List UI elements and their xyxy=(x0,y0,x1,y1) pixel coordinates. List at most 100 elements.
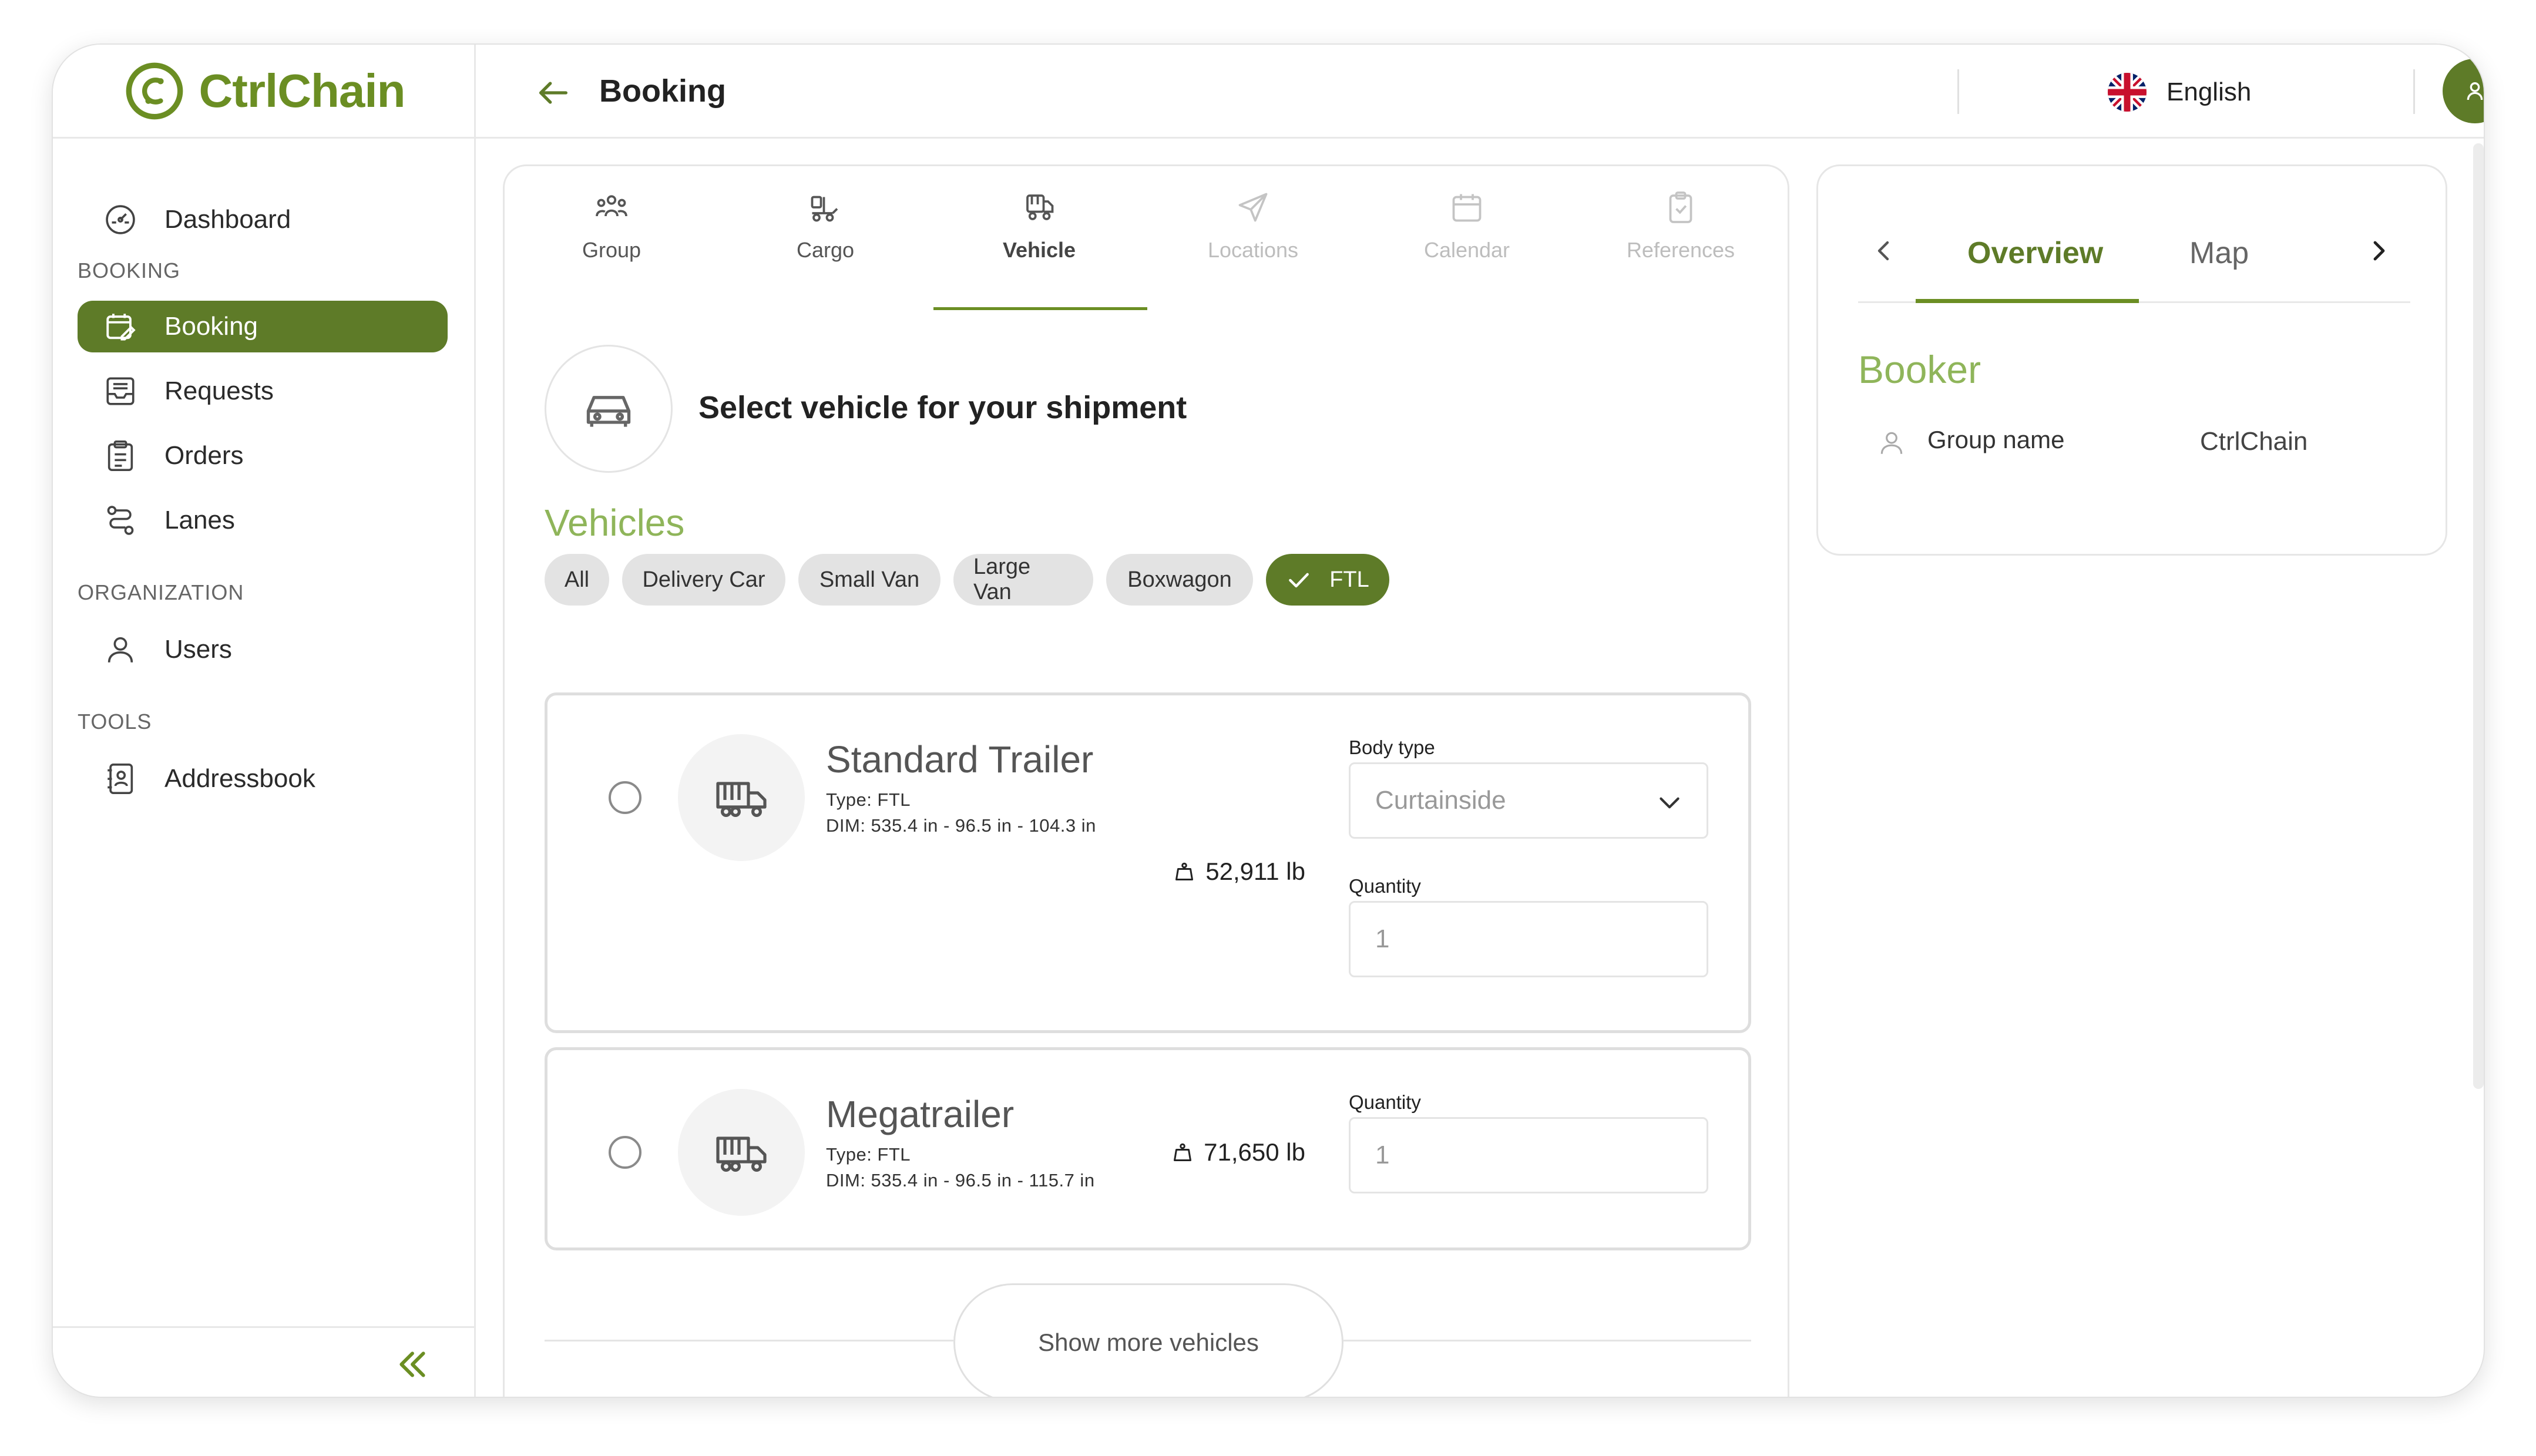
sidebar-item-label: Users xyxy=(164,635,232,664)
ctrlchain-logo-icon xyxy=(126,62,183,119)
header-divider xyxy=(2413,69,2415,114)
group-name-value: CtrlChain xyxy=(2200,427,2308,456)
clipboard-check-icon xyxy=(1669,191,1692,223)
dashboard-icon xyxy=(106,205,135,234)
section-title-tools: TOOLS xyxy=(78,709,152,734)
vehicle-type: Type: FTL xyxy=(826,1144,911,1165)
sidebar-item-addressbook[interactable]: Addressbook xyxy=(78,753,448,805)
route-icon xyxy=(107,506,134,535)
double-chevron-left-icon[interactable] xyxy=(394,1346,431,1383)
tab-label: Group xyxy=(582,238,641,262)
weight-value: 52,911 lb xyxy=(1205,858,1305,885)
language-label: English xyxy=(2166,78,2252,106)
section-title-booking: BOOKING xyxy=(78,258,181,283)
quantity-input[interactable]: 1 xyxy=(1349,1117,1708,1193)
divider-line xyxy=(545,1340,953,1341)
sidebar: CtrlChain Dashboard BOOKING Booking Requ… xyxy=(53,45,476,1397)
show-more-vehicles-button[interactable]: Show more vehicles xyxy=(953,1283,1343,1397)
tab-calendar[interactable]: Calendar xyxy=(1360,190,1574,307)
check-icon xyxy=(1289,573,1309,588)
sidebar-item-booking[interactable]: Booking xyxy=(78,301,448,352)
weight-icon xyxy=(1175,862,1194,880)
weight-icon xyxy=(1174,1143,1192,1161)
logo[interactable]: CtrlChain xyxy=(53,45,476,139)
chevron-left-icon[interactable] xyxy=(1870,237,1898,265)
inbox-icon xyxy=(106,377,135,405)
user-icon xyxy=(2467,82,2483,100)
body-type-select[interactable]: Curtainside xyxy=(1349,762,1708,839)
chevron-right-icon[interactable] xyxy=(2364,237,2393,265)
car-icon xyxy=(586,396,631,427)
calendar-icon xyxy=(1452,194,1482,222)
address-book-icon xyxy=(108,764,133,794)
sidebar-item-label: Orders xyxy=(164,441,244,470)
sidebar-item-label: Booking xyxy=(164,312,258,341)
language-selector[interactable]: English xyxy=(2108,73,2251,112)
active-tab-indicator xyxy=(933,307,1147,310)
chevron-down-icon xyxy=(1660,797,1680,809)
filter-chip-small-van[interactable]: Small Van xyxy=(798,554,940,606)
truck-icon xyxy=(716,1136,767,1172)
tab-vehicle[interactable]: Vehicle xyxy=(932,190,1146,307)
calendar-edit-icon xyxy=(106,314,136,341)
send-icon xyxy=(1238,193,1268,222)
app-window: CtrlChain Dashboard BOOKING Booking Requ… xyxy=(52,43,2485,1398)
filter-chip-delivery-car[interactable]: Delivery Car xyxy=(622,554,785,606)
sidebar-item-label: Requests xyxy=(164,376,274,405)
tab-label: Vehicle xyxy=(1002,238,1076,262)
chip-label: FTL xyxy=(1329,567,1369,592)
quantity-input[interactable]: 1 xyxy=(1349,901,1708,977)
vehicle-option-card[interactable]: Standard Trailer Type: FTL DIM: 535.4 in… xyxy=(545,692,1751,1033)
vehicle-max-weight: 52,911 lb xyxy=(1174,858,1305,886)
group-name-label: Group name xyxy=(1927,426,2065,453)
sidebar-item-label: Addressbook xyxy=(164,764,315,793)
divider-line xyxy=(1343,1340,1751,1341)
active-tab-indicator xyxy=(1916,299,2139,303)
tab-label: Calendar xyxy=(1423,238,1510,262)
vehicle-radio[interactable] xyxy=(609,781,641,814)
sidebar-item-orders[interactable]: Orders xyxy=(78,430,448,482)
uk-flag-icon xyxy=(2108,73,2147,112)
sidebar-item-label: Lanes xyxy=(164,506,235,534)
scrollbar[interactable] xyxy=(2473,143,2484,1089)
quantity-label: Quantity xyxy=(1349,875,1421,897)
vehicle-name: Megatrailer xyxy=(826,1093,1015,1135)
top-header: Booking English xyxy=(476,45,2484,139)
filter-chip-ftl[interactable]: FTL xyxy=(1266,554,1389,606)
tab-overview[interactable]: Overview xyxy=(1967,236,2103,271)
tab-references[interactable]: References xyxy=(1574,190,1788,307)
tab-map[interactable]: Map xyxy=(2189,236,2249,271)
tab-label: References xyxy=(1626,238,1735,262)
tab-label: Locations xyxy=(1207,238,1299,262)
booker-section-title: Booker xyxy=(1858,348,1981,391)
clipboard-icon xyxy=(108,441,133,471)
sidebar-item-lanes[interactable]: Lanes xyxy=(78,495,448,546)
header-divider xyxy=(1957,69,1959,114)
filter-chip-all[interactable]: All xyxy=(545,554,609,606)
vehicle-icon-circle xyxy=(678,734,805,861)
group-icon xyxy=(596,195,627,217)
sidebar-item-dashboard[interactable]: Dashboard xyxy=(78,194,448,246)
vehicle-heading-icon-circle xyxy=(545,345,673,473)
sidebar-item-users[interactable]: Users xyxy=(78,624,448,675)
truck-icon xyxy=(716,782,767,817)
arrow-left-icon[interactable] xyxy=(535,74,572,112)
vehicle-type: Type: FTL xyxy=(826,789,911,810)
vehicle-radio[interactable] xyxy=(609,1136,641,1169)
vehicle-step-heading: Select vehicle for your shipment xyxy=(698,390,1187,425)
filter-chip-boxwagon[interactable]: Boxwagon xyxy=(1106,554,1253,606)
vehicle-max-weight: 71,650 lb xyxy=(1172,1138,1305,1166)
vehicle-option-card[interactable]: Megatrailer Type: FTL DIM: 535.4 in - 96… xyxy=(545,1047,1751,1250)
sidebar-item-requests[interactable]: Requests xyxy=(78,365,448,417)
tab-cargo[interactable]: Cargo xyxy=(718,190,932,307)
vehicle-icon-circle xyxy=(678,1089,805,1216)
sidebar-item-label: Dashboard xyxy=(164,205,291,234)
tab-locations[interactable]: Locations xyxy=(1146,190,1360,307)
tab-group[interactable]: Group xyxy=(505,190,718,307)
weight-value: 71,650 lb xyxy=(1204,1138,1305,1166)
filter-chip-large-van[interactable]: Large Van xyxy=(953,554,1093,606)
booking-wizard-card: Group Cargo Vehicle Locations Calendar R… xyxy=(503,164,1789,1397)
sidebar-footer xyxy=(53,1326,476,1397)
avatar[interactable] xyxy=(2443,59,2484,123)
section-title-organization: ORGANIZATION xyxy=(78,580,244,604)
